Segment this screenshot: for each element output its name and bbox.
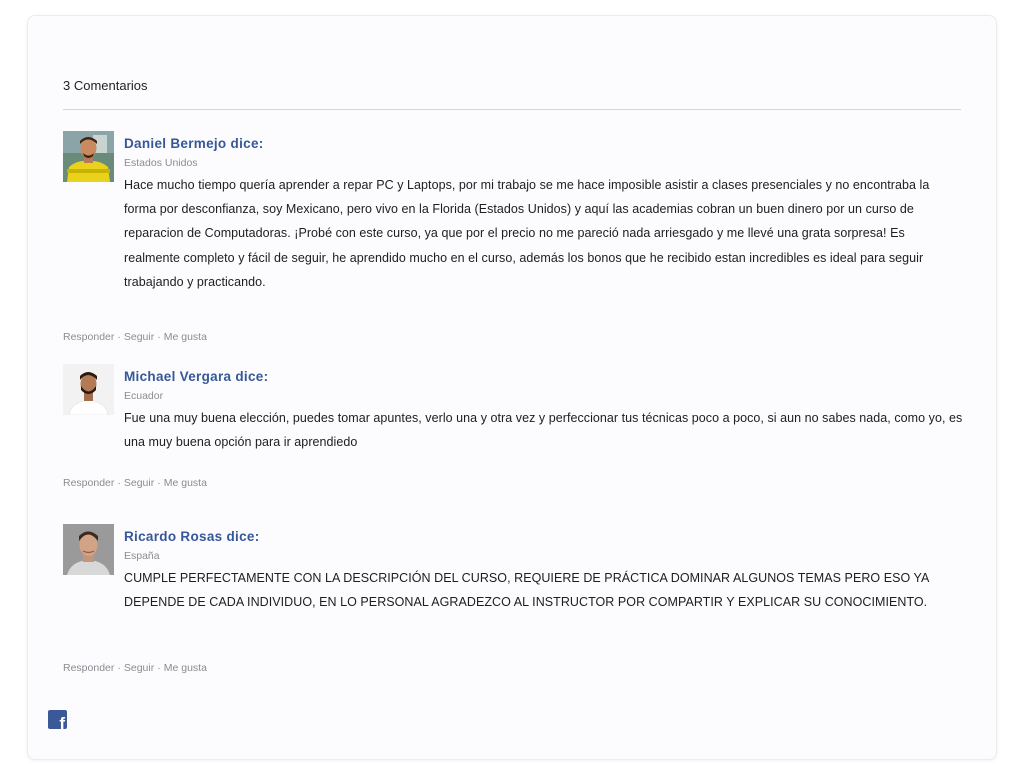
follow-link[interactable]: Seguir	[124, 331, 154, 343]
comment-actions: Responder · Seguir · Me gusta	[63, 331, 207, 343]
comment-text: Hace mucho tiempo quería aprender a repa…	[124, 178, 930, 289]
comment-text: CUMPLE PERFECTAMENTE CON LA DESCRIPCIÓN …	[124, 571, 929, 610]
comment-count: 3 Comentarios	[63, 78, 148, 93]
like-link[interactable]: Me gusta	[164, 477, 207, 489]
action-separator: ·	[117, 662, 121, 674]
header-divider	[63, 109, 961, 110]
action-separator: ·	[157, 477, 161, 489]
comment-body: Daniel Bermejo dice: Estados Unidos Hace…	[124, 131, 964, 294]
reply-link[interactable]: Responder	[63, 477, 114, 489]
reply-link[interactable]: Responder	[63, 662, 114, 674]
action-separator: ·	[157, 331, 161, 343]
avatar[interactable]	[63, 131, 114, 182]
comment-author-location: Estados Unidos	[124, 157, 198, 169]
comment-author-link[interactable]: Michael Vergara dice:	[124, 369, 964, 385]
like-link[interactable]: Me gusta	[164, 331, 207, 343]
comment-author-link[interactable]: Daniel Bermejo dice:	[124, 136, 964, 152]
comment-author-location: España	[124, 550, 160, 562]
comment-text: Fue una muy buena elección, puedes tomar…	[124, 411, 963, 450]
avatar-photo-icon	[63, 524, 114, 575]
action-separator: ·	[117, 477, 121, 489]
like-link[interactable]: Me gusta	[164, 662, 207, 674]
comment-author-link[interactable]: Ricardo Rosas dice:	[124, 529, 964, 545]
facebook-glyph: f	[59, 714, 65, 729]
comment-body: Michael Vergara dice: Ecuador Fue una mu…	[124, 364, 964, 454]
follow-link[interactable]: Seguir	[124, 662, 154, 674]
comment-actions: Responder · Seguir · Me gusta	[63, 477, 207, 489]
action-separator: ·	[117, 331, 121, 343]
avatar-photo-icon	[63, 131, 114, 182]
comment-actions: Responder · Seguir · Me gusta	[63, 662, 207, 674]
avatar[interactable]	[63, 364, 114, 415]
comment-author-location: Ecuador	[124, 390, 164, 402]
action-separator: ·	[157, 662, 161, 674]
avatar-photo-icon	[63, 364, 114, 415]
comments-panel: 3 Comentarios Daniel Bermejo dice: Estad…	[27, 15, 997, 760]
avatar[interactable]	[63, 524, 114, 575]
facebook-icon[interactable]: f	[48, 710, 67, 729]
comment-body: Ricardo Rosas dice: España CUMPLE PERFEC…	[124, 524, 964, 614]
reply-link[interactable]: Responder	[63, 331, 114, 343]
follow-link[interactable]: Seguir	[124, 477, 154, 489]
